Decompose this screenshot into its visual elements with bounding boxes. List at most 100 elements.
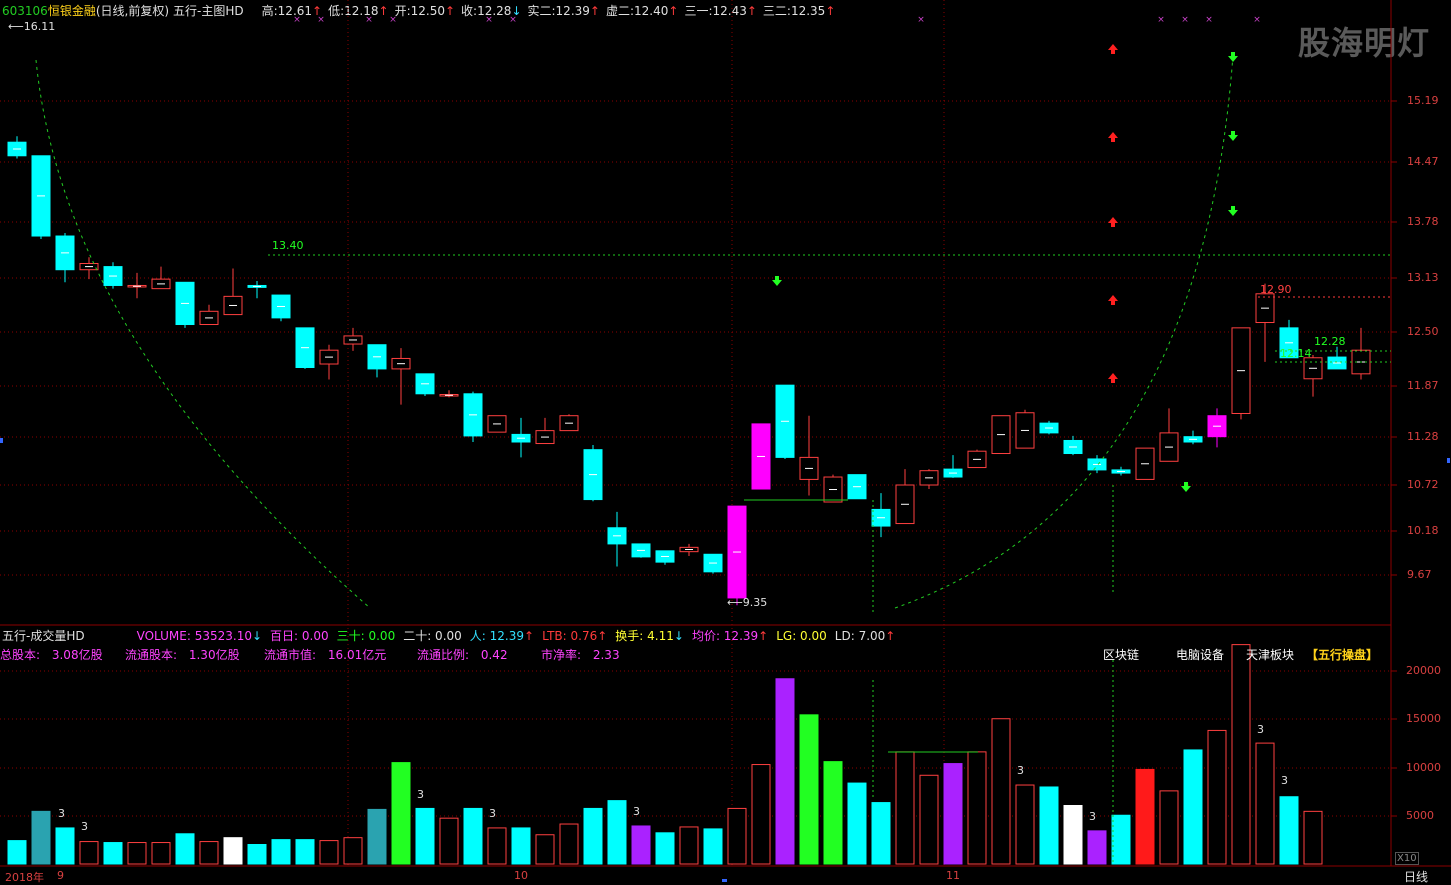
resistance-label-1: 12.90 bbox=[1260, 283, 1292, 296]
volume-bar bbox=[631, 825, 651, 865]
volume-bar bbox=[679, 826, 699, 865]
volume-bar bbox=[943, 763, 963, 865]
volume-bar bbox=[775, 678, 795, 865]
volume-bar bbox=[271, 839, 291, 865]
volume-bar bbox=[1087, 830, 1107, 865]
sell-arrow-icon bbox=[1228, 131, 1238, 141]
vol-mark: 3 bbox=[1281, 774, 1288, 787]
price-tick-label: 15.19 bbox=[1407, 94, 1439, 107]
price-volume-chart[interactable]: × × × × × × × × × × × bbox=[0, 0, 1451, 883]
fundamental-label: 市净率: bbox=[541, 648, 582, 662]
volume-header: 五行-成交量HD VOLUME: 53523.10↓ 百日: 0.00 三十: 0.0… bbox=[2, 627, 903, 644]
top-marker-icon: × bbox=[509, 15, 517, 25]
resistance-label-2: 12.28 bbox=[1314, 335, 1346, 348]
volume-bar bbox=[55, 827, 75, 865]
volume-values: VOLUME: 53523.10↓ 百日: 0.00 三十: 0.00 二十: 0.0… bbox=[137, 629, 904, 643]
volume-bar bbox=[535, 834, 555, 865]
volume-value-1: 百日: 0.00 bbox=[270, 629, 329, 643]
volume-bar bbox=[343, 837, 363, 865]
volume-bar bbox=[1207, 729, 1227, 865]
sector-tag-tianjin[interactable]: 天津板块 bbox=[1246, 646, 1294, 663]
volume-bar bbox=[1231, 644, 1251, 865]
top-marker-icon: × bbox=[1157, 15, 1165, 25]
level-price-label: 13.40 bbox=[272, 239, 304, 252]
trend-arrow-icon: ↓ bbox=[673, 629, 684, 643]
volume-bar bbox=[295, 839, 315, 865]
volume-bar bbox=[367, 808, 387, 865]
volume-value-2: 三十: 0.00 bbox=[336, 629, 396, 643]
top-marker-icon: × bbox=[293, 15, 301, 25]
price-tick-label: 14.47 bbox=[1407, 155, 1439, 168]
volume-bar bbox=[967, 751, 987, 865]
top-marker-icon: × bbox=[917, 15, 925, 25]
volume-value-7: 均价: 12.39↑ bbox=[691, 629, 769, 643]
top-marker-icon: × bbox=[1205, 15, 1213, 25]
buy-arrow-icon bbox=[1108, 373, 1118, 383]
price-tick-label: 12.50 bbox=[1407, 325, 1439, 338]
volume-unit-label: X10 bbox=[1395, 852, 1419, 865]
volume-bar bbox=[1303, 810, 1323, 865]
volume-bar bbox=[847, 782, 867, 865]
volume-bar bbox=[655, 832, 675, 865]
price-tick-label: 11.28 bbox=[1407, 430, 1439, 443]
volume-bar bbox=[487, 827, 507, 865]
volume-value-6: 换手: 4.11↓ bbox=[615, 629, 684, 643]
volume-tick-label: 5000 bbox=[1406, 809, 1434, 822]
period-button[interactable]: 日线 bbox=[1404, 868, 1428, 885]
top-marker-icon: × bbox=[485, 15, 493, 25]
vol-mark: 3 bbox=[633, 805, 640, 818]
price-tick-label: 10.18 bbox=[1407, 524, 1439, 537]
high-price-label: ⟵16.11 bbox=[8, 20, 56, 33]
vol-mark: 3 bbox=[1089, 810, 1096, 823]
sell-arrow-icon bbox=[1181, 482, 1191, 492]
buy-arrow-icon bbox=[1108, 132, 1118, 142]
price-tick-label: 13.78 bbox=[1407, 215, 1439, 228]
volume-bar bbox=[823, 761, 843, 865]
fundamental-value: 1.30亿股 bbox=[185, 648, 240, 662]
fundamental-value: 0.42 bbox=[477, 648, 508, 662]
volume-bar bbox=[991, 718, 1011, 865]
volume-bar bbox=[1111, 814, 1131, 865]
volume-bar bbox=[871, 802, 891, 865]
volume-bar bbox=[919, 774, 939, 865]
fundamental-label: 总股本: bbox=[0, 648, 41, 662]
volume-bar bbox=[319, 840, 339, 865]
fundamental-label: 流通比例: bbox=[417, 648, 470, 662]
resistance-label-3: 12.14 bbox=[1280, 347, 1312, 360]
left-edge-marker bbox=[0, 438, 3, 443]
volume-tick-label: 15000 bbox=[1406, 712, 1441, 725]
vol-mark: 3 bbox=[489, 807, 496, 820]
top-marker-icon: × bbox=[317, 15, 325, 25]
sector-tag-computer[interactable]: 电脑设备 bbox=[1176, 646, 1224, 663]
volume-indicator-name[interactable]: 五行-成交量HD bbox=[2, 629, 85, 643]
volume-bar bbox=[703, 828, 723, 865]
sell-arrow-icon bbox=[1228, 52, 1238, 62]
sector-tag-wuxing[interactable]: 【五行操盘】 bbox=[1306, 646, 1378, 663]
volume-bar bbox=[727, 807, 747, 865]
fundamental-value: 3.08亿股 bbox=[48, 648, 103, 662]
buy-arrow-icon bbox=[1108, 44, 1118, 54]
volume-bar bbox=[415, 807, 435, 865]
buy-arrow-icon bbox=[1108, 217, 1118, 227]
top-marker-icon: × bbox=[1181, 15, 1189, 25]
volume-bar bbox=[439, 817, 459, 865]
volume-tick-label: 20000 bbox=[1406, 664, 1441, 677]
fundamental-label: 流通股本: bbox=[125, 648, 178, 662]
sector-tag-blockchain[interactable]: 区块链 bbox=[1103, 646, 1139, 663]
volume-bar bbox=[151, 842, 171, 865]
vol-mark: 3 bbox=[417, 788, 424, 801]
volume-value-3: 二十: 0.00 bbox=[403, 629, 462, 643]
price-tick-label: 11.87 bbox=[1407, 379, 1439, 392]
volume-bar bbox=[1015, 784, 1035, 865]
trend-arrow-icon: ↑ bbox=[597, 629, 608, 643]
vol-mark: 3 bbox=[58, 807, 65, 820]
vol-mark: 3 bbox=[81, 820, 88, 833]
volume-bar bbox=[391, 762, 411, 865]
volume-tick-label: 10000 bbox=[1406, 761, 1441, 774]
volume-value-0: VOLUME: 53523.10↓ bbox=[136, 629, 263, 643]
volume-bar bbox=[175, 833, 195, 865]
volume-bar bbox=[1159, 790, 1179, 865]
volume-bar bbox=[127, 842, 147, 865]
volume-bar bbox=[751, 764, 771, 865]
volume-bar bbox=[511, 827, 531, 865]
